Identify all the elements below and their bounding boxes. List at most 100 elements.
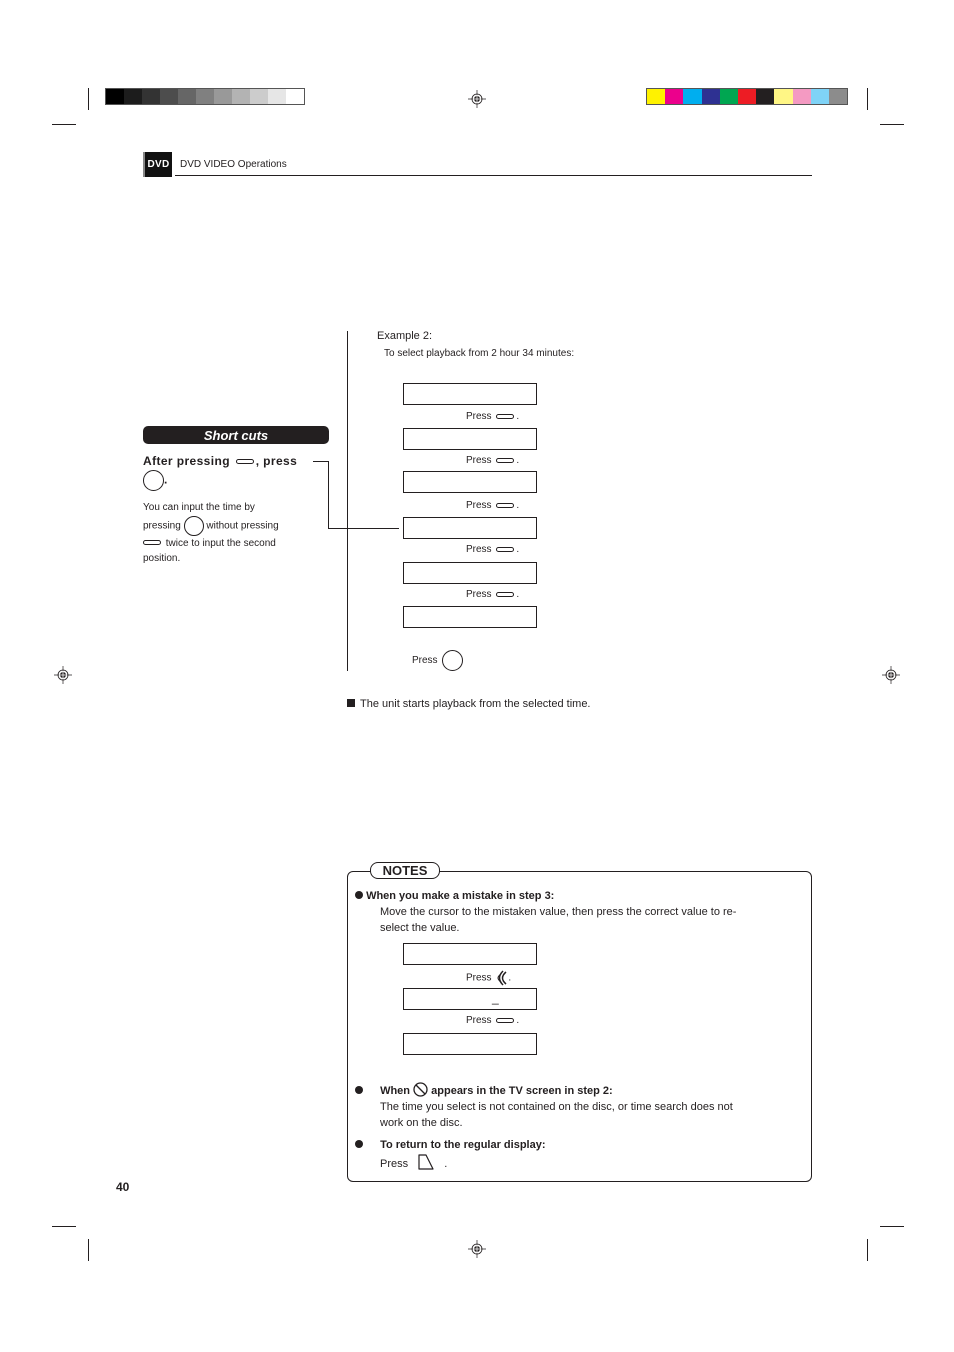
oval-button-icon — [496, 457, 515, 463]
bullet-icon — [355, 1140, 363, 1148]
grey-swatch — [232, 89, 250, 104]
press-instruction: Press . — [466, 589, 520, 600]
note-item: When you make a mistake in step 3: Move … — [355, 888, 800, 936]
crop-mark — [867, 1239, 868, 1261]
color-swatch — [737, 89, 757, 104]
round-button-icon — [183, 515, 204, 536]
press-instruction: Press . — [466, 455, 520, 466]
press-instruction: Press . — [466, 1015, 520, 1026]
grey-swatch — [196, 89, 214, 104]
result-text: The unit starts playback from the select… — [347, 698, 591, 710]
skip-back-icon — [497, 970, 507, 986]
color-swatch — [647, 89, 666, 104]
registration-mark-icon — [882, 666, 900, 684]
note-title: To return to the regular display: — [380, 1139, 546, 1151]
oval-button-icon — [496, 546, 515, 552]
note-title: When you make a mistake in step 3: — [366, 890, 555, 902]
display-screen — [403, 471, 537, 493]
oval-button-icon — [496, 502, 515, 508]
heading-part1: After pressing — [143, 454, 230, 468]
registration-mark-icon — [54, 666, 72, 684]
color-swatch — [828, 89, 848, 104]
display-screen — [403, 428, 537, 450]
column-rule — [347, 331, 348, 671]
press-end: . — [444, 1158, 448, 1170]
connector-line — [328, 461, 329, 528]
note-body: select the value. — [380, 922, 460, 934]
display-screen — [403, 606, 537, 628]
prohibited-icon — [413, 1082, 428, 1097]
grey-swatch — [124, 89, 142, 104]
grey-swatch — [106, 89, 124, 104]
display-screen — [403, 943, 537, 965]
press-instruction: Press . — [466, 544, 520, 555]
bullet-icon — [355, 1086, 363, 1094]
color-swatch — [774, 89, 793, 104]
crop-mark — [52, 1226, 76, 1227]
note-item: When appears in the TV screen in step 2:… — [355, 1082, 800, 1131]
round-button-icon — [442, 650, 464, 671]
note-title: appears in the TV screen in step 2: — [431, 1085, 613, 1097]
note-title: When — [380, 1085, 411, 1097]
crop-mark — [880, 124, 904, 125]
color-calibration-strip — [646, 88, 848, 105]
display-screen — [403, 517, 537, 539]
example-title: Example 2: — [377, 330, 433, 342]
grey-swatch — [214, 89, 232, 104]
color-swatch — [756, 89, 775, 104]
connector-line — [313, 461, 329, 462]
shortcuts-title: Short cuts — [143, 426, 329, 444]
crop-mark — [52, 124, 76, 125]
crop-mark — [880, 1226, 904, 1227]
display-screen: _ — [403, 988, 537, 1010]
body-text: twice to input the second — [165, 537, 276, 549]
notes-label: NOTES — [370, 862, 440, 879]
body-text: without pressing — [206, 520, 279, 532]
connector-line — [328, 528, 399, 529]
registration-mark-icon — [468, 1240, 486, 1258]
example-subtitle: To select playback from 2 hour 34 minute… — [384, 348, 575, 359]
press-instruction: Press . — [466, 970, 511, 986]
note-body: work on the disc. — [380, 1117, 463, 1129]
color-swatch — [719, 89, 738, 104]
color-swatch — [665, 89, 684, 104]
grey-calibration-strip — [105, 88, 305, 105]
grey-swatch — [250, 89, 268, 104]
body-line: You can input the time by — [143, 502, 255, 513]
registration-mark-icon — [468, 90, 486, 108]
heading-part2: , press — [255, 454, 298, 468]
header-divider — [175, 175, 812, 176]
oval-button-icon — [143, 540, 161, 546]
note-body: The time you select is not contained on … — [380, 1101, 733, 1113]
oval-button-icon — [496, 413, 515, 419]
oval-button-icon — [496, 1017, 515, 1023]
crop-mark — [88, 1239, 89, 1261]
body-text: pressing — [143, 520, 181, 532]
note-item: To return to the regular display: Press … — [355, 1137, 800, 1172]
color-swatch — [810, 89, 829, 104]
grey-swatch — [178, 89, 196, 104]
display-button-icon — [418, 1154, 434, 1170]
grey-swatch — [160, 89, 178, 104]
grey-swatch — [268, 89, 286, 104]
color-swatch — [701, 89, 720, 104]
cursor-indicator: _ — [492, 991, 499, 1005]
oval-button-icon — [496, 591, 515, 597]
display-screen — [403, 383, 537, 405]
oval-button-icon — [235, 459, 254, 465]
final-press-instruction: Press — [412, 650, 464, 671]
shortcuts-body: You can input the time by pressing witho… — [143, 500, 313, 567]
crop-mark — [867, 88, 868, 110]
grey-swatch — [286, 89, 304, 104]
press-instruction: Press . — [466, 411, 520, 422]
crop-mark — [88, 88, 89, 110]
square-bullet-icon — [347, 699, 355, 707]
heading-end: . — [164, 472, 168, 487]
bullet-icon — [355, 891, 363, 899]
round-button-icon — [143, 470, 164, 491]
color-swatch — [792, 89, 811, 104]
note-body: Move the cursor to the mistaken value, t… — [380, 906, 737, 918]
display-screen — [403, 562, 537, 584]
color-swatch — [683, 89, 702, 104]
page-number: 40 — [116, 1180, 130, 1194]
